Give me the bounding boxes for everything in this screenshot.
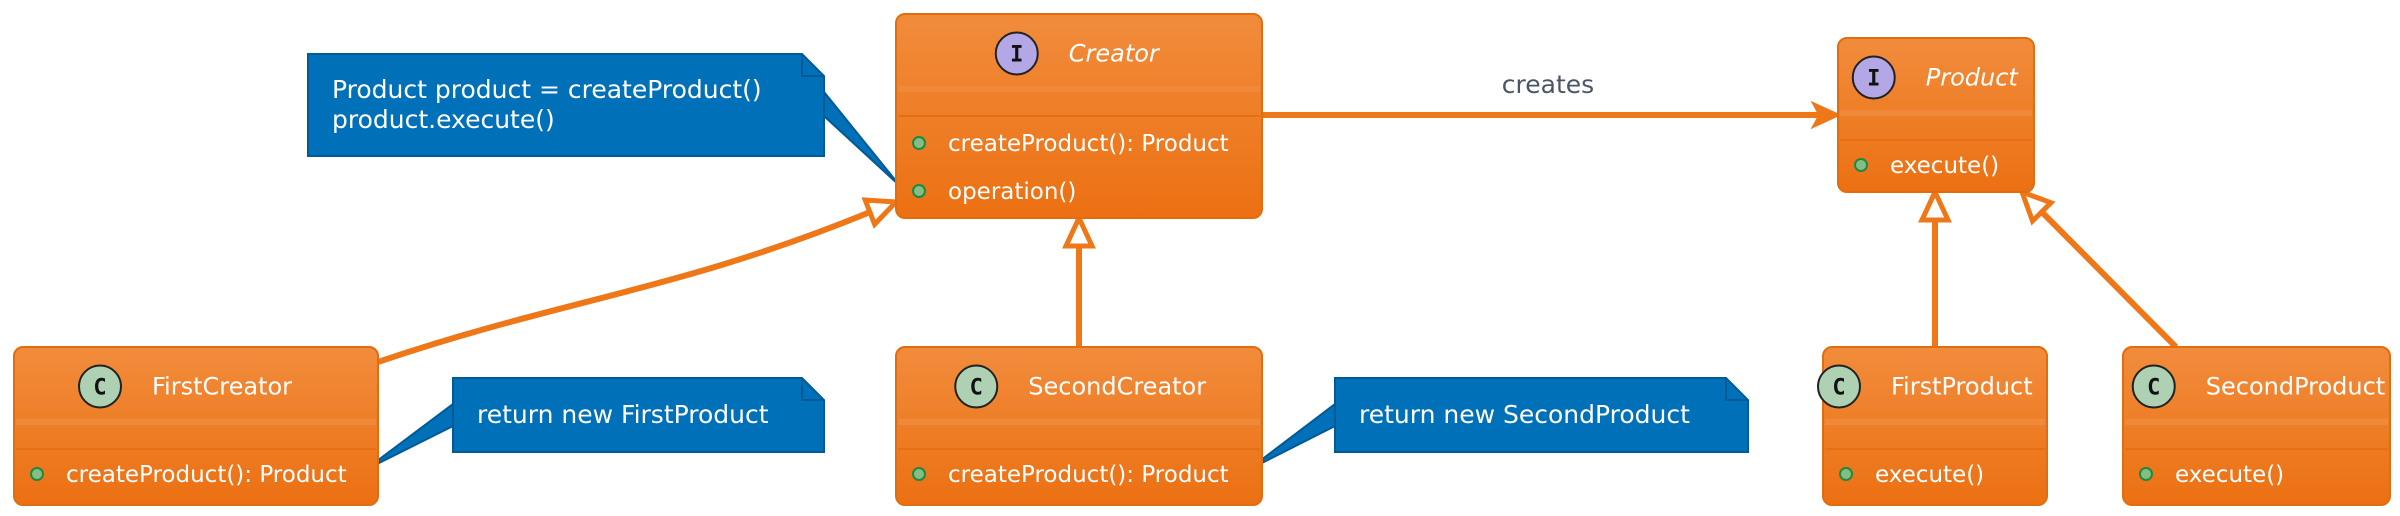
badge-letter: I xyxy=(1010,43,1023,68)
public-method-icon xyxy=(2139,467,2153,481)
note-first-creator[interactable]: return new FirstProduct xyxy=(452,377,825,453)
class-name: SecondProduct xyxy=(2206,373,2385,401)
note-text: Product product = createProduct() xyxy=(332,75,762,104)
class-product[interactable]: I Product execute() xyxy=(1837,37,2035,193)
method[interactable]: execute() xyxy=(1890,153,1999,179)
note-text: product.execute() xyxy=(332,105,555,134)
public-method-icon xyxy=(912,136,926,150)
class-name: SecondCreator xyxy=(1028,373,1206,401)
badge-letter: C xyxy=(93,376,106,401)
note-text: return new SecondProduct xyxy=(1359,400,1690,429)
badge-letter: I xyxy=(1867,67,1880,92)
class-diagram: creates I Creator createProduct(): Product… xyxy=(13,13,2391,506)
badge-letter: C xyxy=(2147,376,2160,401)
public-method-icon xyxy=(1839,467,1853,481)
method[interactable]: createProduct(): Product xyxy=(66,462,347,488)
generalization-line-first-creator xyxy=(377,209,872,365)
badge-letter: C xyxy=(1832,376,1845,401)
class-name: Product xyxy=(1926,64,2020,92)
generalization-line-second-product xyxy=(2039,209,2179,350)
public-method-icon xyxy=(1854,158,1868,172)
public-method-icon xyxy=(30,467,44,481)
class-second-creator[interactable]: C SecondCreator createProduct(): Product xyxy=(895,346,1263,506)
generalization-arrow-second-creator xyxy=(1062,212,1096,249)
note-second-creator[interactable]: return new SecondProduct xyxy=(1334,377,1749,453)
creates-label: creates xyxy=(1502,70,1594,99)
class-first-product[interactable]: C FirstProduct execute() xyxy=(1817,346,2048,506)
class-first-creator[interactable]: C FirstCreator createProduct(): Product xyxy=(13,346,379,506)
note-connector xyxy=(823,89,901,187)
class-name: Creator xyxy=(1069,40,1161,68)
method[interactable]: createProduct(): Product xyxy=(948,131,1229,157)
badge-letter: C xyxy=(970,376,983,401)
method[interactable]: operation() xyxy=(948,179,1076,205)
method[interactable]: execute() xyxy=(2175,462,2284,488)
class-name: FirstCreator xyxy=(152,373,292,401)
method[interactable]: createProduct(): Product xyxy=(948,462,1229,488)
method[interactable]: execute() xyxy=(1875,462,1984,488)
note-text: return new FirstProduct xyxy=(477,400,769,429)
class-name: FirstProduct xyxy=(1891,373,2033,401)
public-method-icon xyxy=(912,184,926,198)
public-method-icon xyxy=(912,467,926,481)
class-second-product[interactable]: C SecondProduct execute() xyxy=(2122,346,2391,506)
note-creator-operation[interactable]: Product product = createProduct()product… xyxy=(307,53,825,157)
class-creator[interactable]: I Creator createProduct(): Product operatio… xyxy=(895,13,1263,219)
generalization-arrow-first-product xyxy=(1918,186,1952,223)
